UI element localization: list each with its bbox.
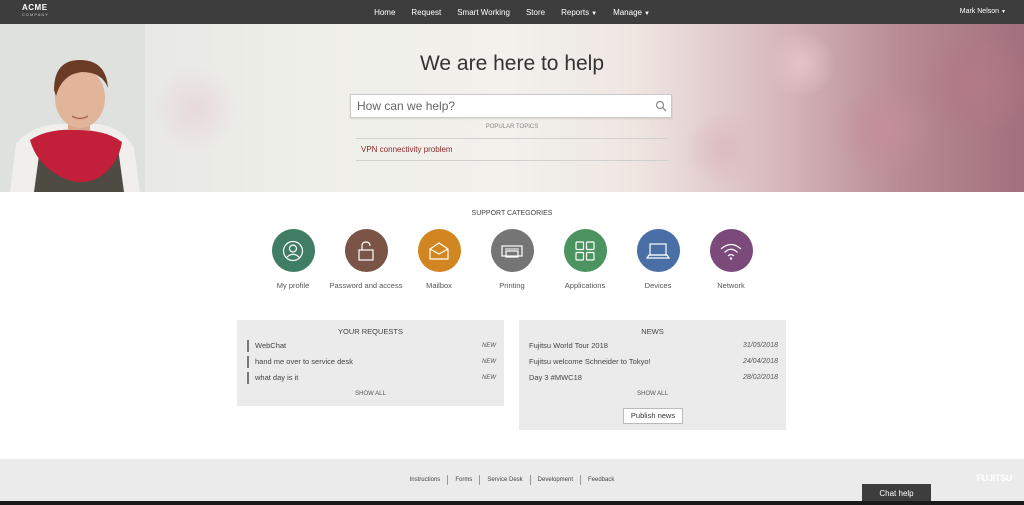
divider bbox=[356, 138, 668, 139]
news-title: Fujitsu welcome Schneider to Tokyo! bbox=[529, 357, 651, 366]
news-date: 31/05/2018 bbox=[742, 342, 778, 349]
request-text: hand me over to service desk bbox=[255, 357, 353, 366]
request-text: WebChat bbox=[255, 341, 287, 350]
popular-topics-title: POPULAR TOPICS bbox=[485, 124, 539, 130]
category-label: Network bbox=[717, 281, 745, 290]
nav-smart-working[interactable]: Smart Working bbox=[457, 8, 510, 17]
news-panel: NEWS Fujitsu World Tour 2018 31/05/2018 … bbox=[519, 320, 786, 430]
category-circle bbox=[417, 229, 461, 272]
news-title: Day 3 #MWC18 bbox=[529, 373, 582, 382]
nav-home-label: Home bbox=[374, 7, 396, 17]
request-item[interactable]: what day is it NEW bbox=[247, 372, 496, 384]
nav-manage[interactable]: Manage ▼ bbox=[613, 8, 650, 17]
news-title: Fujitsu World Tour 2018 bbox=[529, 341, 608, 350]
nav-store[interactable]: Store bbox=[526, 8, 545, 17]
user-name: Mark Nelson bbox=[959, 8, 1000, 15]
support-categories-title: SUPPORT CATEGORIES bbox=[471, 210, 553, 217]
nav-manage-label: Manage bbox=[613, 7, 642, 17]
chevron-down-icon: ▼ bbox=[591, 10, 598, 17]
wifi-icon bbox=[720, 243, 742, 260]
footer-link-instructions[interactable]: Instructions bbox=[403, 475, 448, 485]
category-password-access[interactable]: Password and access bbox=[329, 229, 403, 291]
chevron-down-icon: ▼ bbox=[1001, 9, 1006, 15]
status-badge: NEW bbox=[482, 343, 496, 349]
category-circle bbox=[271, 229, 315, 272]
request-item[interactable]: hand me over to service desk NEW bbox=[247, 356, 496, 368]
hero-banner: We are here to help POPULAR TOPICS VPN c… bbox=[0, 24, 1024, 192]
news-show-all-link[interactable]: SHOW ALL bbox=[519, 391, 786, 397]
search-icon[interactable] bbox=[655, 100, 667, 112]
bottom-border bbox=[0, 501, 1024, 505]
blossom-decoration bbox=[920, 24, 1024, 144]
panel-title: YOUR REQUESTS bbox=[337, 327, 403, 336]
footer-link-feedback[interactable]: Feedback bbox=[580, 475, 621, 485]
footer-link-service-desk[interactable]: Service Desk bbox=[479, 475, 529, 485]
support-categories: My profile Password and access Mailbox P… bbox=[256, 229, 766, 301]
news-item[interactable]: Day 3 #MWC18 28/02/2018 bbox=[529, 372, 778, 384]
agent-portrait bbox=[0, 24, 145, 192]
nav-reports[interactable]: Reports ▼ bbox=[561, 8, 597, 17]
news-item[interactable]: Fujitsu World Tour 2018 31/05/2018 bbox=[529, 340, 778, 352]
grid-icon bbox=[575, 240, 595, 261]
category-printing[interactable]: Printing bbox=[475, 229, 549, 291]
search-box bbox=[350, 94, 672, 118]
user-icon bbox=[282, 240, 304, 261]
main-nav: Home Request Smart Working Store Reports… bbox=[0, 0, 1024, 24]
printer-icon bbox=[501, 244, 523, 258]
category-mailbox[interactable]: Mailbox bbox=[402, 229, 476, 291]
category-network[interactable]: Network bbox=[694, 229, 768, 291]
category-label: Applications bbox=[564, 281, 606, 290]
nav-home[interactable]: Home bbox=[374, 8, 395, 17]
envelope-icon bbox=[429, 241, 449, 260]
panel-title: NEWS bbox=[641, 327, 664, 336]
publish-news-button[interactable]: Publish news bbox=[623, 408, 683, 424]
category-devices[interactable]: Devices bbox=[621, 229, 695, 291]
user-menu[interactable]: Mark Nelson ▼ bbox=[960, 8, 1006, 15]
news-item[interactable]: Fujitsu welcome Schneider to Tokyo! 24/0… bbox=[529, 356, 778, 368]
hero-title: We are here to help bbox=[419, 52, 605, 75]
laptop-icon bbox=[646, 242, 670, 259]
category-label: Devices bbox=[644, 281, 672, 290]
request-item[interactable]: WebChat NEW bbox=[247, 340, 496, 352]
lock-icon bbox=[358, 240, 374, 261]
nav-reports-label: Reports bbox=[561, 7, 590, 17]
search-input[interactable] bbox=[351, 95, 651, 117]
status-badge: NEW bbox=[482, 359, 496, 365]
chevron-down-icon: ▼ bbox=[643, 10, 650, 17]
footer-link-development[interactable]: Development bbox=[529, 475, 580, 485]
nav-store-label: Store bbox=[525, 7, 546, 17]
category-label: My profile bbox=[276, 281, 310, 290]
blossom-decoration bbox=[680, 114, 770, 184]
divider bbox=[356, 160, 668, 161]
category-my-profile[interactable]: My profile bbox=[256, 229, 330, 291]
blossom-decoration bbox=[150, 64, 240, 154]
category-label: Printing bbox=[499, 281, 525, 290]
requests-show-all-link[interactable]: SHOW ALL bbox=[237, 391, 504, 397]
category-circle bbox=[636, 229, 680, 272]
category-label: Password and access bbox=[329, 281, 403, 290]
category-label: Mailbox bbox=[426, 281, 452, 290]
category-circle bbox=[563, 229, 607, 272]
nav-request-label: Request bbox=[411, 7, 442, 17]
category-circle bbox=[709, 229, 753, 272]
news-date: 28/02/2018 bbox=[742, 374, 778, 381]
top-navigation-bar: ACME COMPANY Home Request Smart Working … bbox=[0, 0, 1024, 24]
your-requests-panel: YOUR REQUESTS WebChat NEW hand me over t… bbox=[237, 320, 504, 406]
request-text: what day is it bbox=[255, 373, 299, 382]
nav-smart-working-label: Smart Working bbox=[457, 7, 510, 17]
status-badge: NEW bbox=[482, 375, 496, 381]
fujitsu-logo: FUJITSU bbox=[976, 473, 1013, 483]
nav-request[interactable]: Request bbox=[411, 8, 441, 17]
category-circle bbox=[344, 229, 388, 272]
footer-link-forms[interactable]: Forms bbox=[447, 475, 479, 485]
popular-topic-link[interactable]: VPN connectivity problem bbox=[361, 145, 453, 154]
news-date: 24/04/2018 bbox=[742, 358, 778, 365]
category-circle bbox=[490, 229, 534, 272]
category-applications[interactable]: Applications bbox=[548, 229, 622, 291]
